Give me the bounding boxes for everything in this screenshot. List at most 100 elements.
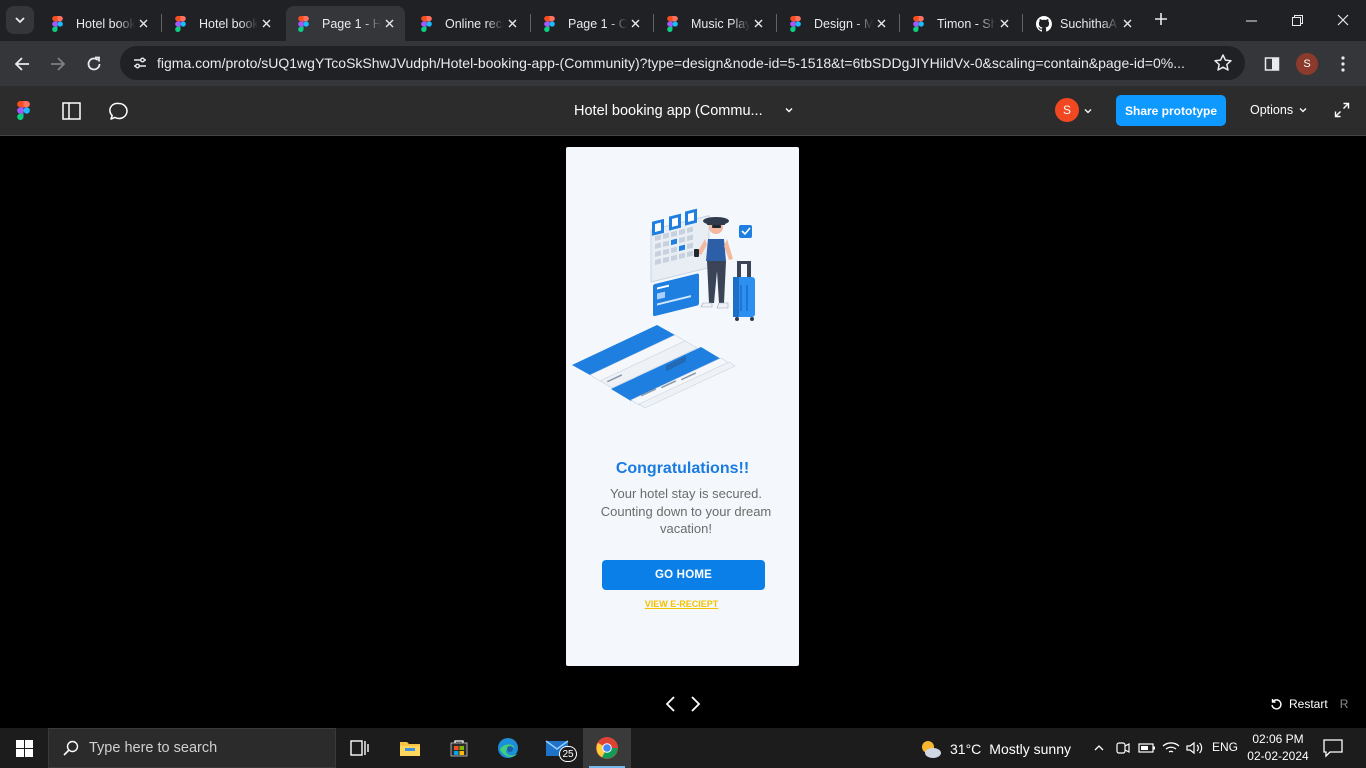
volume-tray[interactable] xyxy=(1186,739,1204,757)
language-indicator[interactable]: ENG xyxy=(1212,740,1238,754)
tab-close-icon[interactable] xyxy=(504,16,520,32)
success-heading: Congratulations!! xyxy=(615,460,750,477)
battery-icon xyxy=(1138,743,1155,753)
success-message: Your hotel stay is secured. Counting dow… xyxy=(600,486,772,536)
more-vertical-icon xyxy=(1341,56,1345,72)
tab-search-button[interactable] xyxy=(6,6,34,34)
user-avatar[interactable]: S xyxy=(1055,98,1079,122)
store-icon xyxy=(450,740,468,757)
browser-tab[interactable]: Hotel booking app xyxy=(40,6,159,41)
go-home-button[interactable]: GO HOME xyxy=(602,560,765,590)
tab-close-icon[interactable] xyxy=(135,16,151,32)
tab-title: SuchithaA xyxy=(1060,16,1117,31)
chevron-down-icon[interactable] xyxy=(783,104,795,116)
address-bar[interactable]: figma.com/proto/sUQ1wgYTcoSkShwJVudph/Ho… xyxy=(120,46,1245,80)
bookmark-star-icon[interactable] xyxy=(1213,53,1233,73)
document-title[interactable]: Hotel booking app (Commu... xyxy=(574,103,763,119)
browser-menu-button[interactable] xyxy=(1328,49,1358,79)
forward-button[interactable] xyxy=(43,49,73,79)
tab-close-icon[interactable] xyxy=(996,16,1012,32)
restart-icon xyxy=(1271,698,1282,710)
wifi-icon xyxy=(1162,742,1180,753)
notification-center-icon[interactable] xyxy=(1322,738,1344,758)
next-frame-icon[interactable] xyxy=(687,695,703,713)
minimize-button[interactable] xyxy=(1228,6,1274,34)
weather-description: Mostly sunny xyxy=(989,741,1071,757)
booking-confirmation-screen: Congratulations!! Your hotel stay is sec… xyxy=(566,147,799,666)
url-text[interactable]: figma.com/proto/sUQ1wgYTcoSkShwJVudph/Ho… xyxy=(157,55,1207,71)
figma-icon xyxy=(175,15,191,32)
show-hidden-icons-button[interactable] xyxy=(1090,739,1108,757)
tab-close-icon[interactable] xyxy=(627,16,643,32)
browser-tab[interactable]: Timon - Shop xyxy=(901,6,1020,41)
tab-title: Page 1 - Hotel xyxy=(322,16,381,31)
weather-temperature: 31°C xyxy=(950,741,982,757)
tab-close-icon[interactable] xyxy=(1119,16,1135,32)
comment-icon[interactable] xyxy=(109,102,129,121)
restore-button[interactable] xyxy=(1274,6,1320,34)
browser-tab[interactable]: Online recipe xyxy=(409,6,528,41)
close-window-button[interactable] xyxy=(1320,6,1366,34)
back-button[interactable] xyxy=(7,49,37,79)
tab-title: Design - Music xyxy=(814,16,873,31)
chevron-down-icon[interactable] xyxy=(1083,106,1093,116)
tab-separator xyxy=(530,14,531,32)
options-menu-button[interactable]: Options xyxy=(1250,103,1308,117)
side-panel-button[interactable] xyxy=(1257,49,1287,79)
edge-app[interactable] xyxy=(484,728,532,768)
chevron-down-icon xyxy=(15,17,25,24)
browser-tab[interactable]: SuchithaA xyxy=(1024,6,1143,41)
github-icon xyxy=(1035,15,1052,32)
traveler-illustration xyxy=(572,208,755,409)
clock-time: 02:06 PM xyxy=(1252,732,1304,746)
clock[interactable]: 02:06 PM 02-02-2024 xyxy=(1246,731,1310,765)
chrome-app[interactable] xyxy=(583,728,631,768)
browser-tab[interactable]: Page 1 - Online xyxy=(532,6,651,41)
profile-avatar[interactable]: S xyxy=(1296,53,1318,75)
speaker-icon xyxy=(1186,741,1203,755)
tab-close-icon[interactable] xyxy=(381,16,397,32)
task-view-button[interactable] xyxy=(336,728,384,768)
mail-badge: 25 xyxy=(559,746,577,762)
microsoft-store-app[interactable] xyxy=(435,728,483,768)
fullscreen-icon[interactable] xyxy=(1334,102,1350,118)
tab-separator xyxy=(899,14,900,32)
battery-tray[interactable] xyxy=(1138,739,1156,757)
restart-button[interactable]: Restart R xyxy=(1270,697,1348,711)
network-tray[interactable] xyxy=(1162,739,1180,757)
share-prototype-button[interactable]: Share prototype xyxy=(1116,95,1226,126)
chrome-icon xyxy=(596,737,618,759)
tab-close-icon[interactable] xyxy=(258,16,274,32)
tab-title: Online recipe xyxy=(445,16,504,31)
weather-widget[interactable]: 31°C Mostly sunny xyxy=(918,738,1071,760)
sidebar-toggle-icon[interactable] xyxy=(62,102,81,120)
figma-icon xyxy=(52,15,68,32)
figma-icon xyxy=(421,15,437,32)
taskbar-search-box[interactable]: Type here to search xyxy=(48,728,336,768)
new-tab-button[interactable] xyxy=(1150,8,1172,30)
tab-close-icon[interactable] xyxy=(750,16,766,32)
tab-close-icon[interactable] xyxy=(873,16,889,32)
reload-button[interactable] xyxy=(79,49,109,79)
windows-logo-icon xyxy=(15,739,33,757)
tab-separator xyxy=(776,14,777,32)
options-label: Options xyxy=(1250,103,1294,117)
previous-frame-icon[interactable] xyxy=(663,695,679,713)
figma-logo-icon[interactable] xyxy=(17,101,30,120)
tab-separator xyxy=(653,14,654,32)
figma-icon xyxy=(298,15,314,32)
browser-tab[interactable]: Music Player xyxy=(655,6,774,41)
task-view-icon xyxy=(350,740,369,756)
meet-now-tray[interactable] xyxy=(1114,739,1132,757)
browser-tab[interactable]: Hotel booking app xyxy=(163,6,282,41)
browser-tab[interactable]: Page 1 - Hotel xyxy=(286,6,405,41)
prototype-canvas: Congratulations!! Your hotel stay is sec… xyxy=(0,136,1366,728)
view-receipt-link[interactable]: VIEW E-RECIEPT xyxy=(566,599,797,609)
restart-shortcut: R xyxy=(1339,697,1349,711)
site-info-icon[interactable] xyxy=(128,51,152,75)
start-button[interactable] xyxy=(0,728,48,768)
mail-app[interactable]: 25 xyxy=(533,728,581,768)
browser-tab[interactable]: Design - Music xyxy=(778,6,897,41)
file-explorer-app[interactable] xyxy=(386,728,434,768)
plus-icon xyxy=(1155,13,1167,25)
